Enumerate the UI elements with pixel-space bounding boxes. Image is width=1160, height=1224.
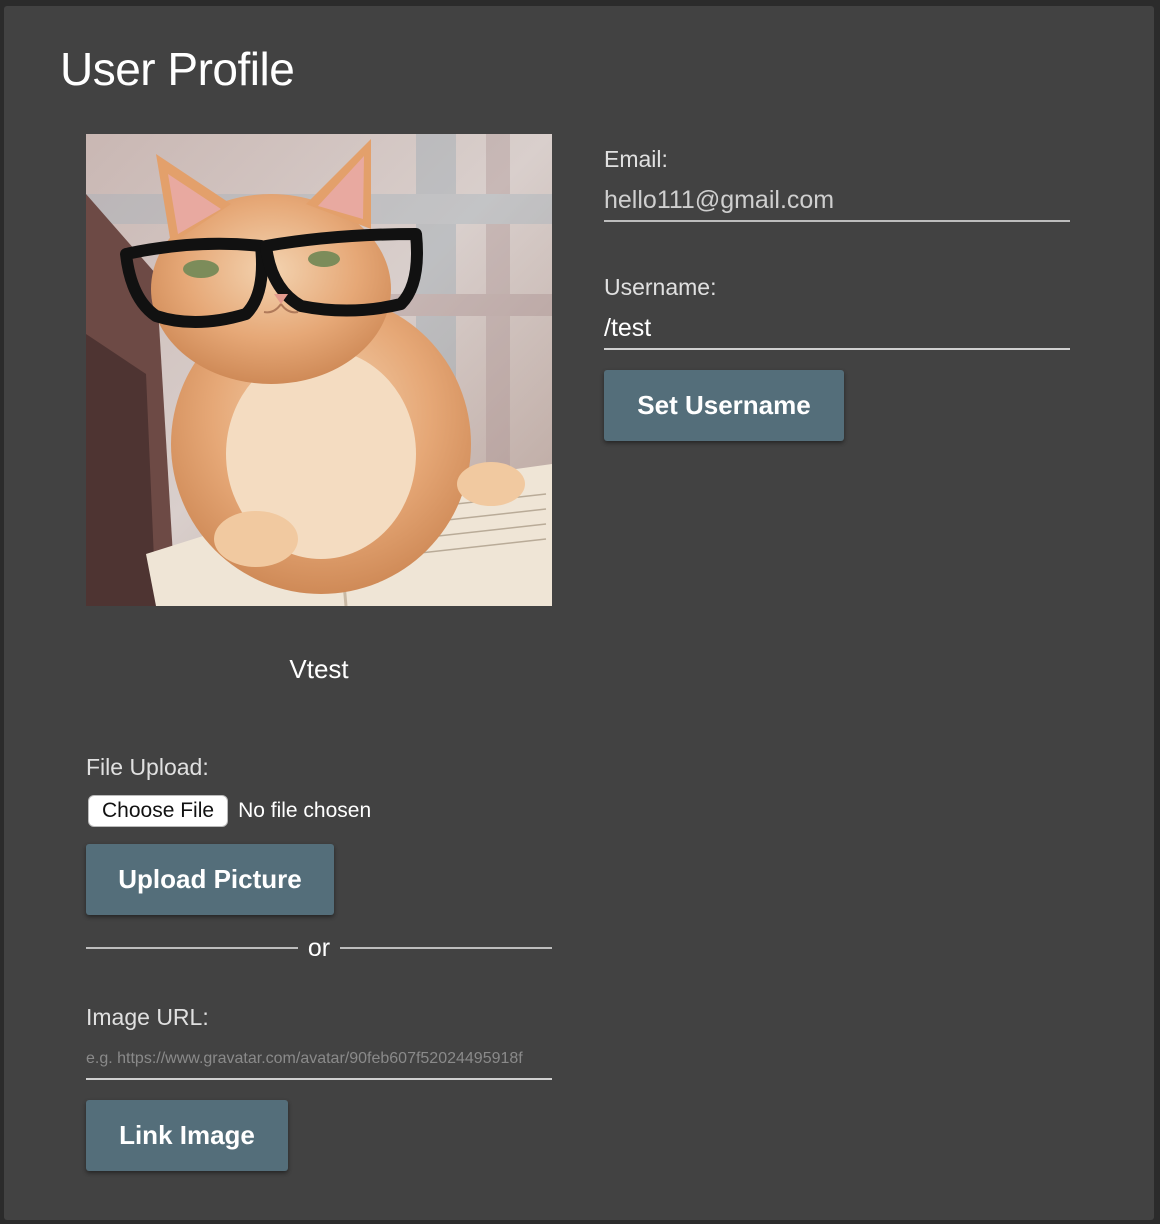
divider-line-left (86, 947, 298, 949)
set-username-button[interactable]: Set Username (604, 370, 844, 441)
avatar (86, 134, 552, 606)
profile-panel: User Profile Vtest Email: hello111@gmail… (4, 6, 1154, 1220)
display-name: Vtest (289, 654, 349, 684)
file-input: Choose File No file chosen (88, 795, 371, 827)
email-label: Email: (604, 146, 668, 172)
username-field[interactable] (604, 308, 1070, 350)
file-status-text: No file chosen (238, 799, 372, 822)
link-image-button[interactable]: Link Image (86, 1100, 288, 1171)
username-label: Username: (604, 274, 717, 300)
choose-file-button[interactable]: Choose File (88, 795, 229, 827)
upload-picture-button[interactable]: Upload Picture (86, 844, 334, 915)
image-url-field[interactable] (86, 1040, 552, 1080)
divider-line-right (340, 947, 553, 949)
image-url-label: Image URL: (86, 1004, 209, 1030)
avatar-image (86, 134, 552, 606)
page-title: User Profile (60, 43, 295, 95)
file-upload-label: File Upload: (86, 754, 209, 780)
email-field[interactable] (604, 180, 1070, 222)
or-divider: or (86, 930, 553, 966)
divider-text: or (307, 933, 331, 962)
